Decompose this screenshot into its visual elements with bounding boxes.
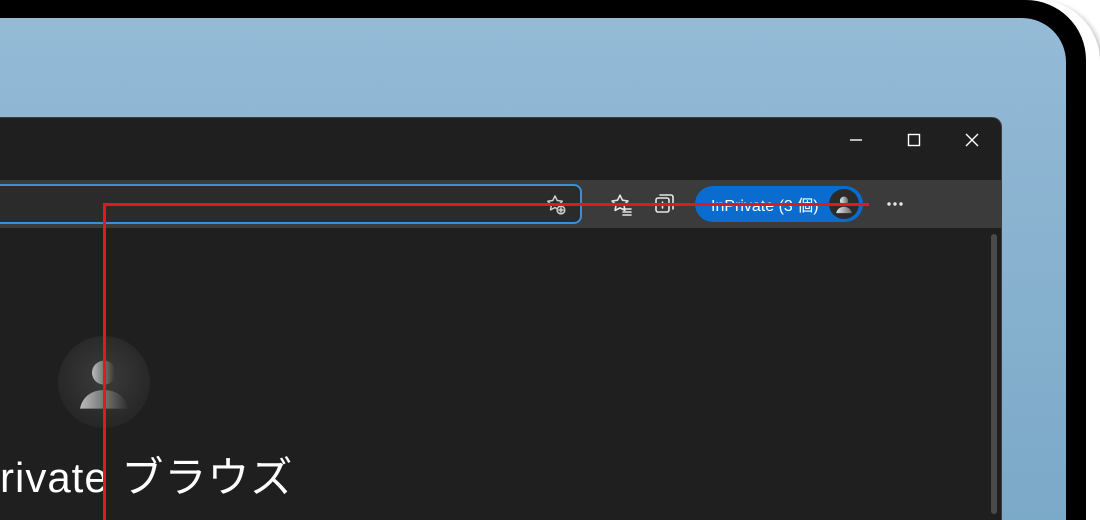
screenshot-root: InPrivate (3 個) <box>0 0 1100 520</box>
more-icon <box>885 194 905 214</box>
vertical-scrollbar[interactable] <box>991 234 997 514</box>
maximize-button[interactable] <box>885 118 943 162</box>
minimize-icon <box>849 133 863 147</box>
annotation-line-vertical <box>103 203 106 520</box>
page-content: rivate ブラウズ <box>0 228 1001 520</box>
close-icon <box>964 132 980 148</box>
close-button[interactable] <box>943 118 1001 162</box>
maximize-icon <box>907 133 921 147</box>
minimize-button[interactable] <box>827 118 885 162</box>
inprivate-headline: rivate ブラウズ <box>0 444 293 505</box>
settings-and-more-button[interactable] <box>873 184 917 224</box>
window-caption-controls <box>827 118 1001 162</box>
browser-window: InPrivate (3 個) <box>0 117 1002 520</box>
annotation-line-horizontal <box>103 203 869 206</box>
